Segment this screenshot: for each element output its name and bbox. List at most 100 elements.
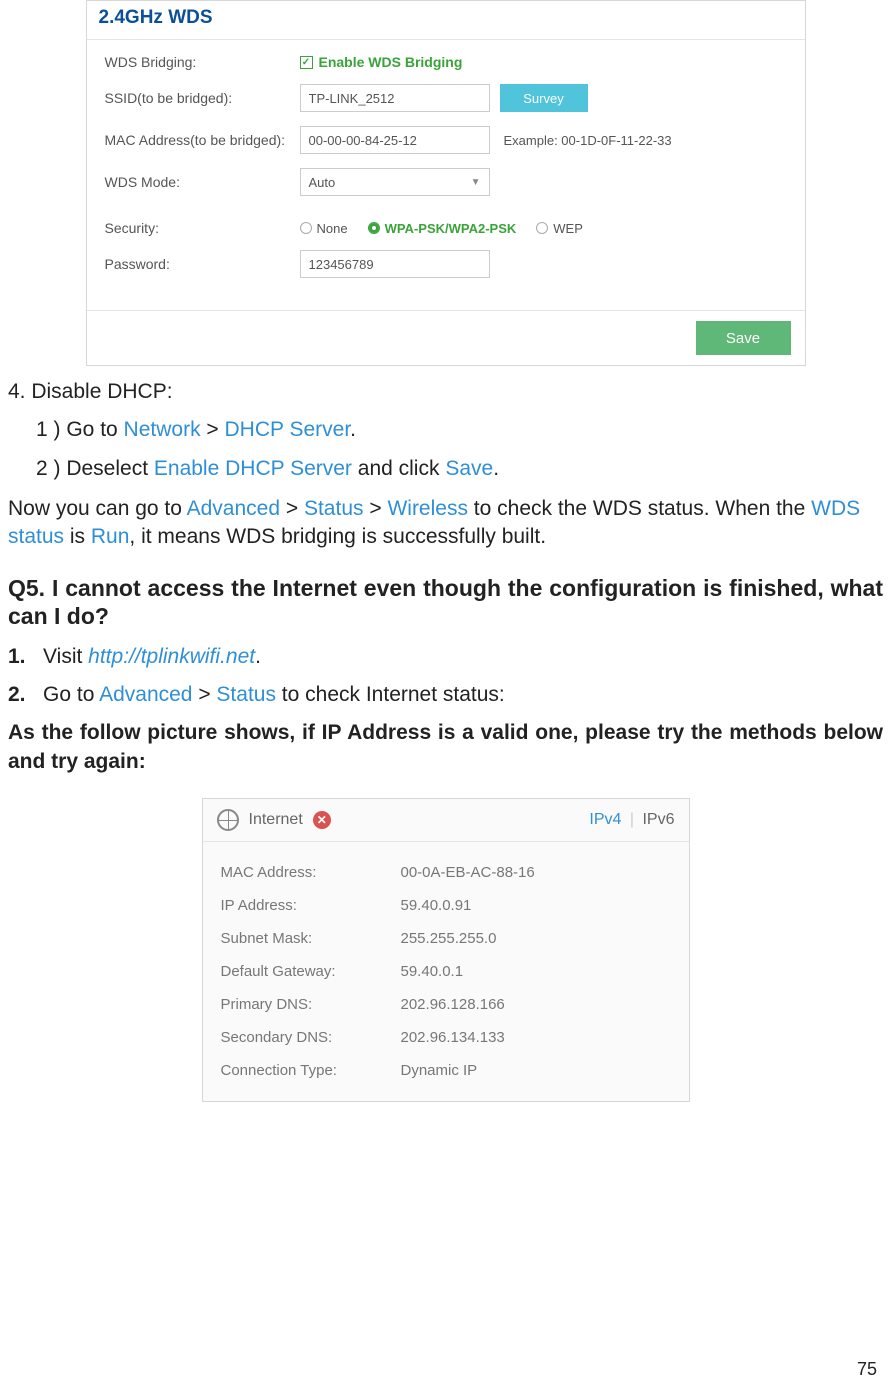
internet-panel: Internet ✕ IPv4 | IPv6 MAC Address: 00-0… [202,798,690,1102]
q5-step2: 2. Go to Advanced > Status to check Inte… [8,683,883,707]
link-status2: Status [216,683,276,706]
link-advanced2: Advanced [99,683,192,706]
mac-example: Example: 00-1D-0F-11-22-33 [504,133,672,148]
link-tplinkwifi: http://tplinkwifi.net [88,645,255,668]
label-password: Password: [105,256,300,272]
step1-num: 1. [8,645,26,668]
row-password: Password: [105,250,787,278]
row-secondary-dns: Secondary DNS: 202.96.134.133 [221,1021,671,1054]
row-default-gateway: Default Gateway: 59.40.0.1 [221,955,671,988]
s41-suffix: . [350,418,356,441]
q5-heading: Q5. I cannot access the Internet even th… [8,574,883,632]
ip-label: IP Address: [221,897,401,914]
step4-title: 4. Disable DHCP: [8,378,883,406]
step1-suffix: . [255,645,261,668]
row-ip-address: IP Address: 59.40.0.91 [221,889,671,922]
mac-input[interactable] [300,126,490,154]
row-mac-address: MAC Address: 00-0A-EB-AC-88-16 [221,856,671,889]
s41-prefix: 1 ) Go to [36,418,124,441]
label-mac: MAC Address(to be bridged): [105,132,300,148]
gw-value: 59.40.0.1 [401,963,464,980]
s42-prefix: 2 ) Deselect [36,457,154,480]
step2-suffix: to check Internet status: [276,683,505,706]
label-mode: WDS Mode: [105,174,300,190]
row-ssid: SSID(to be bridged): Survey [105,84,787,112]
now-paragraph: Now you can go to Advanced > Status > Wi… [8,495,883,552]
row-security: Security: None WPA-PSK/WPA2-PSK WEP [105,220,787,236]
security-wpa-label: WPA-PSK/WPA2-PSK [385,221,517,236]
check-icon: ✓ [300,56,313,69]
internet-panel-left: Internet ✕ [217,809,331,831]
s41-sep: > [201,418,225,441]
step2-num: 2. [8,683,26,706]
now-prefix: Now you can go to [8,497,187,520]
sdns-value: 202.96.134.133 [401,1029,505,1046]
wds-panel-body: WDS Bridging: ✓ Enable WDS Bridging SSID… [87,40,805,310]
enable-wds-label: Enable WDS Bridging [319,54,463,70]
radio-icon [300,222,312,234]
mask-value: 255.255.255.0 [401,930,497,947]
survey-button[interactable]: Survey [500,84,588,112]
security-wep-label: WEP [553,221,583,236]
link-status: Status [304,497,364,520]
sdns-label: Secondary DNS: [221,1029,401,1046]
now-mid: to check the WDS status. When the [468,497,811,520]
security-radio-wpa[interactable]: WPA-PSK/WPA2-PSK [368,221,517,236]
globe-icon [217,809,239,831]
wds-panel: 2.4GHz WDS WDS Bridging: ✓ Enable WDS Br… [86,0,806,366]
step2-prefix: Go to [43,683,99,706]
label-wds-bridging: WDS Bridging: [105,54,300,70]
internet-panel-header: Internet ✕ IPv4 | IPv6 [203,799,689,842]
tab-ipv6[interactable]: IPv6 [642,811,674,828]
link-dhcp-server: DHCP Server [225,418,351,441]
row-primary-dns: Primary DNS: 202.96.128.166 [221,988,671,1021]
password-input[interactable] [300,250,490,278]
row-wds-bridging: WDS Bridging: ✓ Enable WDS Bridging [105,54,787,70]
ip-value: 59.40.0.91 [401,897,472,914]
radio-icon [536,222,548,234]
row-mode: WDS Mode: Auto ▼ [105,168,787,196]
link-enable-dhcp: Enable DHCP Server [154,457,352,480]
ip-version-tabs: IPv4 | IPv6 [589,811,674,829]
security-radio-none[interactable]: None [300,221,348,236]
page-number: 75 [857,1359,877,1380]
error-icon: ✕ [313,811,331,829]
pdns-value: 202.96.128.166 [401,996,505,1013]
now-sep1: > [280,497,304,520]
step4-sub1: 1 ) Go to Network > DHCP Server. [8,416,883,444]
security-radio-wep[interactable]: WEP [536,221,583,236]
mac-value: 00-0A-EB-AC-88-16 [401,864,535,881]
gw-label: Default Gateway: [221,963,401,980]
row-subnet-mask: Subnet Mask: 255.255.255.0 [221,922,671,955]
label-ssid: SSID(to be bridged): [105,90,300,106]
radio-icon [368,222,380,234]
step1-prefix: Visit [43,645,88,668]
now-sep2: > [364,497,388,520]
tab-divider: | [630,811,634,828]
link-network: Network [124,418,201,441]
mask-label: Subnet Mask: [221,930,401,947]
pdns-label: Primary DNS: [221,996,401,1013]
enable-wds-checkbox[interactable]: ✓ Enable WDS Bridging [300,54,463,70]
mode-dropdown[interactable]: Auto ▼ [300,168,490,196]
save-button[interactable]: Save [696,321,791,355]
label-security: Security: [105,220,300,236]
q5-label: Q5. [8,575,52,601]
link-save: Save [445,457,493,480]
wds-panel-footer: Save [87,310,805,365]
mac-label: MAC Address: [221,864,401,881]
security-none-label: None [317,221,348,236]
link-run: Run [91,525,130,548]
now-mid2: is [64,525,91,548]
q5-step1: 1. Visit http://tplinkwifi.net. [8,645,883,669]
mode-value: Auto [309,175,336,190]
tab-ipv4[interactable]: IPv4 [589,811,621,828]
link-wireless: Wireless [387,497,468,520]
s42-suffix: . [493,457,499,480]
follow-text: As the follow picture shows, if IP Addre… [8,719,883,776]
ssid-input[interactable] [300,84,490,112]
internet-panel-body: MAC Address: 00-0A-EB-AC-88-16 IP Addres… [203,842,689,1101]
row-connection-type: Connection Type: Dynamic IP [221,1054,671,1087]
ct-value: Dynamic IP [401,1062,478,1079]
q5-body: I cannot access the Internet even though… [8,575,883,630]
